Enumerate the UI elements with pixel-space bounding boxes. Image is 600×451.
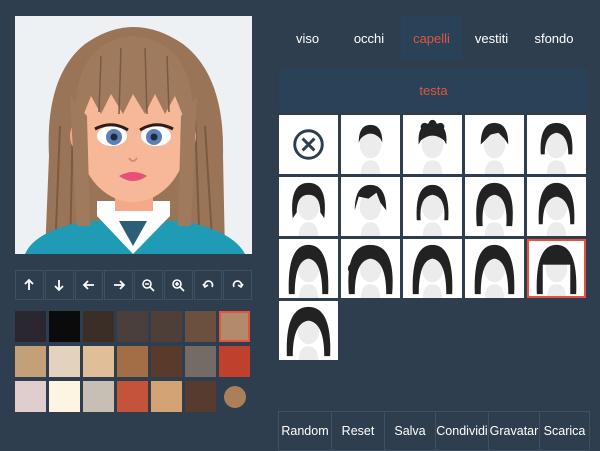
move-left-button[interactable] (74, 270, 104, 300)
color-swatch[interactable] (83, 346, 114, 377)
redo-button[interactable] (223, 270, 252, 300)
hairstyle-thumbnail (288, 244, 329, 298)
hairstyle-thumbnail (358, 124, 383, 174)
hairstyle-thumbnail (536, 244, 577, 298)
tab-capelli[interactable]: capelli (401, 16, 462, 60)
hairstyle-thumbnail (292, 182, 325, 236)
condividi-button[interactable]: Condividi (435, 411, 488, 451)
hairstyle-thumbnail (286, 306, 331, 360)
hairstyle-thumbnail (416, 184, 449, 236)
color-swatch[interactable] (15, 346, 46, 377)
color-swatch[interactable] (117, 311, 148, 342)
hairstyle-option[interactable] (279, 177, 338, 236)
hairstyle-option[interactable] (527, 115, 586, 174)
section-header[interactable]: testa (279, 69, 588, 111)
move-up-button[interactable] (15, 270, 44, 300)
color-swatch[interactable] (83, 381, 114, 412)
hairstyle-option[interactable] (465, 115, 524, 174)
avatar-preview (15, 16, 252, 254)
hairstyle-option[interactable] (403, 115, 462, 174)
hairstyle-option[interactable] (527, 177, 586, 236)
hairstyle-option[interactable] (527, 239, 586, 298)
hairstyle-thumbnail (538, 182, 575, 236)
tab-vestiti[interactable]: vestiti (462, 16, 521, 60)
move-down-button[interactable] (44, 270, 74, 300)
no-hair-option[interactable] (279, 115, 338, 174)
color-swatch[interactable] (219, 381, 250, 412)
hairstyle-option[interactable] (341, 177, 400, 236)
arrow-right-icon (113, 280, 125, 290)
hairstyle-option[interactable] (465, 177, 524, 236)
arrow-up-icon (24, 278, 35, 290)
color-palette (15, 311, 254, 412)
hairstyle-thumbnail (354, 184, 387, 236)
close-circle-icon (293, 129, 324, 160)
hairstyle-option[interactable] (341, 239, 400, 298)
zoom-out-icon (142, 279, 155, 292)
zoom-out-button[interactable] (134, 270, 163, 300)
action-bar: Random Reset Salva Condividi Gravatar Scarica (278, 411, 590, 451)
reset-button[interactable]: Reset (331, 411, 384, 451)
hairstyle-thumbnail (476, 182, 513, 236)
scarica-button[interactable]: Scarica (539, 411, 590, 451)
color-swatch[interactable] (15, 311, 46, 342)
color-swatch[interactable] (151, 311, 182, 342)
color-swatch[interactable] (185, 381, 216, 412)
hairstyle-option[interactable] (465, 239, 524, 298)
color-dot (223, 385, 246, 408)
color-swatch[interactable] (219, 346, 250, 377)
hairstyle-option[interactable] (279, 301, 338, 360)
salva-button[interactable]: Salva (384, 411, 435, 451)
hairstyle-thumbnail (412, 244, 453, 298)
undo-button[interactable] (193, 270, 223, 300)
zoom-in-button[interactable] (163, 270, 193, 300)
color-swatch[interactable] (49, 311, 80, 342)
arrow-down-icon (54, 280, 64, 292)
tab-occhi[interactable]: occhi (337, 16, 401, 60)
hairstyle-option[interactable] (403, 177, 462, 236)
move-right-button[interactable] (104, 270, 133, 300)
hairstyle-thumbnail (480, 122, 509, 174)
hairstyle-thumbnail (418, 119, 447, 174)
color-swatch[interactable] (151, 346, 182, 377)
avatar-image (25, 27, 245, 254)
transform-toolbar (15, 270, 252, 300)
random-button[interactable]: Random (278, 411, 331, 451)
color-swatch[interactable] (15, 381, 46, 412)
tab-sfondo[interactable]: sfondo (521, 16, 587, 60)
hairstyle-thumbnail (347, 244, 393, 298)
color-swatch[interactable] (117, 381, 148, 412)
hairstyle-option[interactable] (279, 239, 338, 298)
color-swatch[interactable] (49, 346, 80, 377)
color-swatch[interactable] (185, 311, 216, 342)
color-swatch[interactable] (151, 381, 182, 412)
color-swatch[interactable] (49, 381, 80, 412)
arrow-left-icon (82, 280, 94, 290)
tab-viso[interactable]: viso (278, 16, 337, 60)
color-swatch[interactable] (219, 311, 250, 342)
section-title: testa (419, 82, 448, 98)
category-tabs: viso occhi capelli vestiti sfondo (278, 16, 587, 60)
zoom-in-icon (172, 279, 185, 292)
undo-icon (202, 280, 214, 289)
hairstyle-grid (279, 115, 591, 360)
hairstyle-thumbnail (540, 122, 573, 174)
color-swatch[interactable] (83, 311, 114, 342)
gravatar-button[interactable]: Gravatar (488, 411, 539, 451)
hairstyle-option[interactable] (403, 239, 462, 298)
hairstyle-thumbnail (474, 244, 515, 298)
color-swatch[interactable] (185, 346, 216, 377)
hairstyle-option[interactable] (341, 115, 400, 174)
color-swatch[interactable] (117, 346, 148, 377)
redo-icon (232, 280, 244, 289)
